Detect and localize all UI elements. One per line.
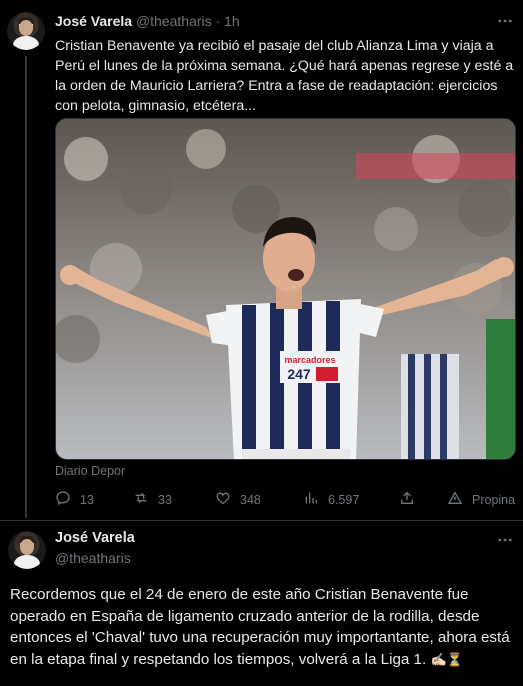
tip-label: Propina bbox=[472, 492, 516, 507]
author-name[interactable]: José Varela bbox=[55, 530, 135, 546]
tweet-image[interactable]: marcadores 247 bbox=[55, 118, 516, 460]
tweet-emojis: ✍🏻⏳ bbox=[430, 651, 463, 667]
share-button[interactable] bbox=[399, 490, 415, 509]
tweet-1[interactable]: José Varela @theatharis · 1h Cristian Be… bbox=[0, 0, 523, 520]
tweet-text: Recordemos que el 24 de enero de este añ… bbox=[10, 584, 518, 670]
heart-icon bbox=[215, 490, 231, 509]
reply-icon bbox=[55, 490, 71, 509]
media-source[interactable]: Diario Depor bbox=[55, 464, 125, 478]
sponsor-text: marcadores bbox=[284, 355, 335, 365]
views-icon bbox=[303, 490, 319, 509]
tip-icon bbox=[447, 490, 463, 509]
thread-line bbox=[25, 56, 27, 518]
author-handle[interactable]: @theatharis bbox=[136, 13, 212, 29]
time-separator: · bbox=[215, 13, 221, 29]
tweet-header: José Varela @theatharis · 1h bbox=[55, 13, 240, 29]
more-icon[interactable] bbox=[496, 531, 514, 554]
repost-button[interactable]: 33 bbox=[133, 490, 172, 509]
more-icon[interactable] bbox=[496, 12, 514, 35]
timestamp[interactable]: 1h bbox=[224, 13, 240, 29]
share-icon bbox=[399, 490, 415, 509]
author-handle[interactable]: @theatharis bbox=[55, 550, 131, 566]
tweet-actions: 13 33 348 6.597 Propina bbox=[55, 490, 515, 510]
like-count: 348 bbox=[240, 492, 261, 507]
views-count: 6.597 bbox=[328, 492, 360, 507]
author-name[interactable]: José Varela bbox=[55, 13, 132, 29]
tweet-2[interactable]: José Varela @theatharis Recordemos que e… bbox=[0, 521, 523, 686]
like-button[interactable]: 348 bbox=[215, 490, 261, 509]
sponsor-number: 247 bbox=[287, 366, 311, 382]
avatar[interactable] bbox=[7, 12, 45, 50]
views-button[interactable]: 6.597 bbox=[303, 490, 359, 509]
repost-count: 33 bbox=[158, 492, 172, 507]
repost-icon bbox=[133, 490, 149, 509]
avatar[interactable] bbox=[8, 531, 46, 569]
tweet-text: Cristian Benavente ya recibió el pasaje … bbox=[55, 38, 514, 114]
reply-button[interactable]: 13 bbox=[55, 490, 94, 509]
tip-button[interactable]: Propina bbox=[447, 490, 515, 509]
reply-count: 13 bbox=[80, 492, 94, 507]
